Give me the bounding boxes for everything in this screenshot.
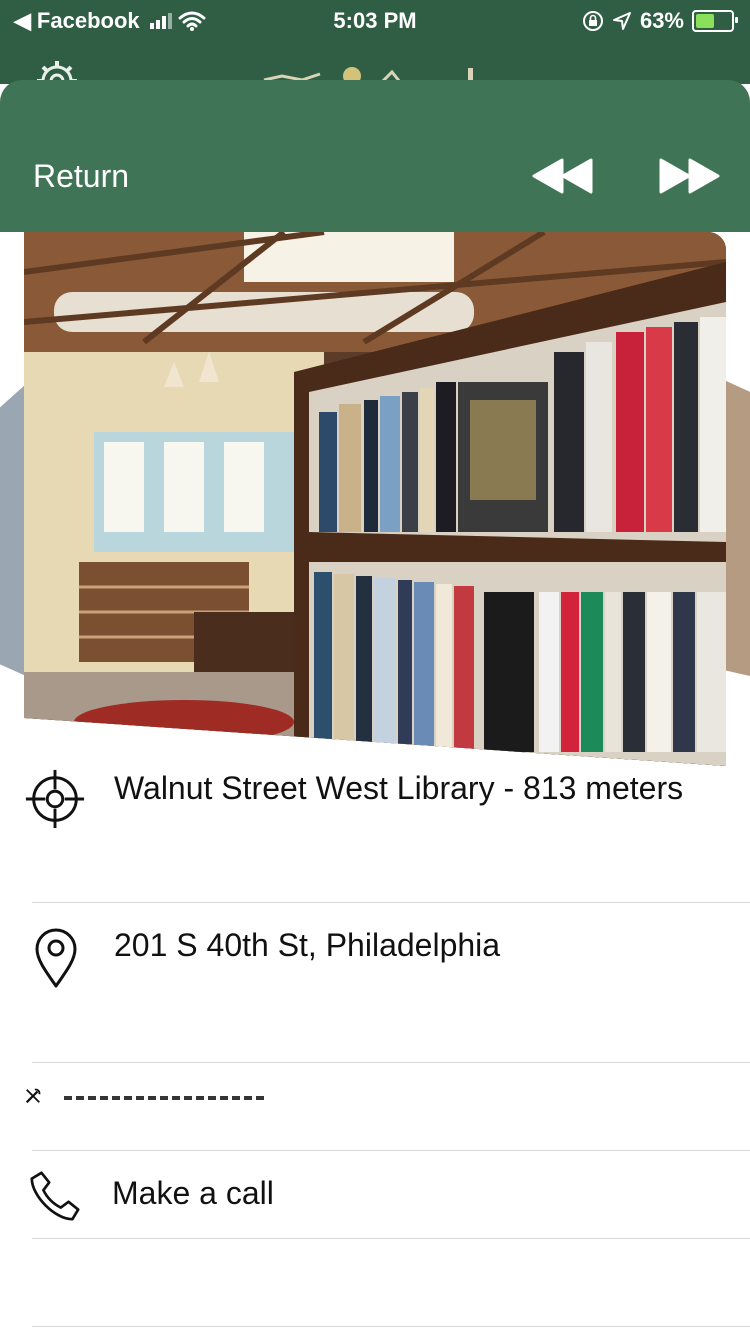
library-interior-image [24, 232, 726, 766]
sheet-header: Return [0, 80, 750, 232]
status-bar: ◀ Facebook 5:03 PM 63% [0, 0, 750, 44]
address-row[interactable]: 201 S 40th St, Philadelphia [0, 903, 750, 1062]
crosshair-target-icon [25, 769, 85, 829]
make-call-label: Make a call [112, 1175, 274, 1211]
call-row[interactable]: Make a call [0, 1151, 750, 1238]
status-right: 63% [582, 8, 738, 34]
place-photo [24, 232, 726, 766]
orientation-lock-icon [582, 11, 603, 31]
battery-percent: 63% [639, 8, 684, 33]
place-name-row: Walnut Street West Library - 813 meters [0, 766, 750, 902]
location-arrow-icon [612, 12, 631, 30]
background-toolbar [0, 44, 750, 101]
phone-icon [30, 1171, 80, 1221]
clipped-row [0, 1063, 750, 1150]
tools-icon [25, 1088, 41, 1104]
fast-forward-icon[interactable] [658, 158, 720, 194]
rewind-icon[interactable] [532, 158, 594, 194]
next-photo-edge[interactable] [724, 380, 750, 676]
return-button[interactable]: Return [33, 154, 129, 198]
address-text: 201 S 40th St, Philadelphia [114, 927, 501, 963]
map-pin-icon [35, 928, 77, 988]
place-name-distance: Walnut Street West Library - 813 meters [114, 770, 684, 806]
battery-icon [692, 10, 738, 32]
previous-photo-edge[interactable] [0, 384, 26, 676]
divider [32, 1326, 750, 1327]
divider [32, 1238, 750, 1239]
clipped-text-remnant [64, 1096, 264, 1100]
